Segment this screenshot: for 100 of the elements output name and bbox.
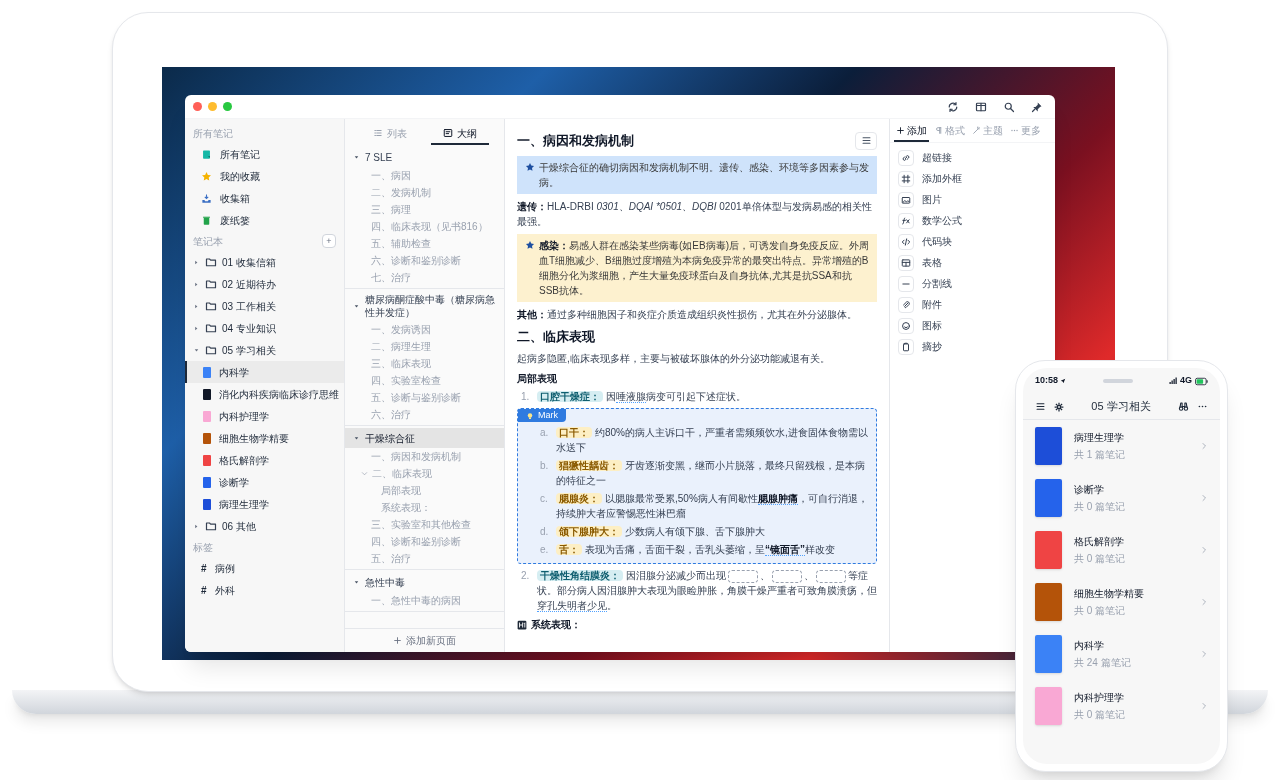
notebook-item[interactable]: 05 学习相关 <box>185 339 344 361</box>
insert-menu-item[interactable]: 数学公式 <box>898 210 962 231</box>
close-button[interactable] <box>193 102 202 111</box>
notebook-item[interactable]: 细胞生物学精要 <box>185 427 344 449</box>
sidebar-item[interactable]: 废纸篓 <box>185 209 344 231</box>
star-icon <box>525 239 535 250</box>
section-header: 笔记本 <box>193 234 223 249</box>
paragraph: 其他：通过多种细胞因子和炎症介质造成组织炎性损伤，尤其在外分泌腺体。 <box>517 307 858 322</box>
add-notebook-button[interactable]: + <box>322 234 336 248</box>
image-icon <box>901 194 911 205</box>
fill-in-blank[interactable] <box>816 569 846 583</box>
notebook-item[interactable]: 诊断学 <box>185 471 344 493</box>
frame-icon <box>901 173 911 184</box>
list-marker: 1. <box>521 390 531 404</box>
lightbulb-icon <box>526 411 534 420</box>
search-icon[interactable] <box>1003 100 1015 113</box>
list-item-text: 颌下腺肿大： 少数病人有颌下腺、舌下腺肿大 <box>556 524 765 539</box>
status-time: 10:58 <box>1035 374 1059 388</box>
notebook-row[interactable]: 细胞生物学精要 共 0 篇笔记 <box>1023 576 1220 628</box>
insert-menu-item[interactable]: 超链接 <box>898 147 952 168</box>
notebook-item[interactable]: 03 工作相关 <box>185 295 344 317</box>
outline-group[interactable]: 糖尿病酮症酸中毒（糖尿病急性并发症） <box>345 291 504 321</box>
insert-menu-item[interactable]: 表格 <box>898 252 942 273</box>
inbox-icon <box>201 192 212 204</box>
list-marker: a. <box>540 426 550 440</box>
callout-text: 干燥综合征的确切病因和发病机制不明。遗传、感染、环境等多因素参与发病。 <box>539 160 869 190</box>
notebook-row[interactable]: 格氏解剖学 共 0 篇笔记 <box>1023 524 1220 576</box>
insert-menu-item[interactable]: 图标 <box>898 315 942 336</box>
insert-menu-item[interactable]: 图片 <box>898 189 942 210</box>
fill-in-blank[interactable] <box>772 569 802 583</box>
folder-icon <box>205 256 217 268</box>
menu-button[interactable] <box>855 131 877 150</box>
sidebar-item[interactable]: 收集箱 <box>185 187 344 209</box>
folder-icon <box>205 278 217 290</box>
notebook-item[interactable]: 格氏解剖学 <box>185 449 344 471</box>
wand-icon <box>972 125 981 135</box>
insert-menu-item[interactable]: 代码块 <box>898 231 952 252</box>
notebook-row[interactable]: 内科护理学 共 0 篇笔记 <box>1023 680 1220 732</box>
binoculars-icon[interactable] <box>1178 401 1189 412</box>
note-count: 共 1 篇笔记 <box>1074 448 1127 462</box>
location-arrow-icon <box>1060 378 1067 384</box>
notebook-item[interactable]: 内科护理学 <box>185 405 344 427</box>
notebook-row[interactable]: 诊断学 共 0 篇笔记 <box>1023 472 1220 524</box>
paperclip-icon <box>901 299 911 310</box>
insert-menu-item[interactable]: 摘抄 <box>898 336 942 357</box>
outline-group[interactable]: 7 SLE <box>345 147 504 167</box>
link-icon <box>901 152 911 163</box>
chevron-icon <box>1200 546 1208 554</box>
note-count: 共 0 篇笔记 <box>1074 500 1127 514</box>
notebook-item[interactable]: 病理生理学 <box>185 493 344 515</box>
notebook-item[interactable]: 06 其他 <box>185 515 344 537</box>
zoom-button[interactable] <box>223 102 232 111</box>
notebook-row[interactable]: 病理生理学 共 1 篇笔记 <box>1023 420 1220 472</box>
notebook-title: 内科学 <box>1074 639 1105 653</box>
outline-group[interactable]: 急性中毒 <box>345 572 504 592</box>
list-marker: 2. <box>521 569 531 583</box>
panel-tab[interactable]: 添加 <box>894 120 929 142</box>
list-marker: e. <box>540 543 550 557</box>
note-count: 共 24 篇笔记 <box>1074 656 1132 670</box>
outline-icon <box>442 128 453 138</box>
star-icon <box>525 161 535 172</box>
fill-in-blank[interactable] <box>728 569 758 583</box>
notebook-item[interactable]: 消化内科疾病临床诊疗思维 <box>185 383 344 405</box>
chevron-icon <box>1200 702 1208 710</box>
refresh-icon[interactable] <box>947 100 959 113</box>
notebook-row[interactable]: 内科学 共 24 篇笔记 <box>1023 628 1220 680</box>
note-count: 共 0 篇笔记 <box>1074 552 1127 566</box>
insert-menu-item[interactable]: 附件 <box>898 294 942 315</box>
screen-title: 05 学习相关 <box>1091 399 1151 415</box>
folder-icon <box>205 520 217 532</box>
notebook-item[interactable]: 02 近期待办 <box>185 273 344 295</box>
list-item-text: 舌： 表现为舌痛，舌面干裂，舌乳头萎缩，呈“镜面舌”样改变 <box>556 542 835 557</box>
notebook-item[interactable]: 01 收集信箱 <box>185 251 344 273</box>
outline-group[interactable]: 干燥综合征 <box>345 428 504 448</box>
add-page-button[interactable]: 添加新页面 <box>345 628 504 652</box>
code-icon <box>901 236 911 247</box>
sidebar-item[interactable]: 所有笔记 <box>185 143 344 165</box>
notebook-title: 内科护理学 <box>1074 691 1125 705</box>
sidebar-item[interactable]: 我的收藏 <box>185 165 344 187</box>
menu-icon[interactable] <box>1035 401 1046 412</box>
list-icon <box>372 128 383 138</box>
insert-menu-item[interactable]: 分割线 <box>898 273 952 294</box>
notebook-item[interactable]: 04 专业知识 <box>185 317 344 339</box>
notebook-item[interactable]: 内科学 <box>185 361 344 383</box>
settings-icon[interactable] <box>1054 401 1064 412</box>
list-item-text: 干燥性角结膜炎： 因泪腺分泌减少而出现 、 、 等症状。部分病人因泪腺肿大表现为眼睑肿胀，角膜干燥严重者可致角膜溃疡，但 穿孔失明者少见。 <box>537 568 877 613</box>
tag-item[interactable]: 病例 <box>214 560 235 576</box>
chevron-icon <box>1200 494 1208 502</box>
view-tab[interactable]: 大纲 <box>430 123 489 145</box>
notebook-title: 格氏解剖学 <box>1074 535 1125 549</box>
star-icon <box>201 170 212 182</box>
tag-item[interactable]: 外科 <box>214 582 235 598</box>
pin-icon[interactable] <box>1031 100 1043 113</box>
list-item-text: 口干： 约80%的病人主诉口干，严重者需频频饮水,进食固体食物需以水送下 <box>556 426 868 455</box>
insert-menu-item[interactable]: 添加外框 <box>898 168 962 189</box>
heading-icon <box>517 619 527 630</box>
columns-icon[interactable] <box>975 100 987 113</box>
list-item-text: 猖獗性龋齿： 牙齿逐渐变黑，继而小片脱落，最终只留残根，是本病的特征之一 <box>556 459 866 488</box>
folder-icon <box>205 344 217 356</box>
mark-badge: Mark <box>518 409 566 422</box>
